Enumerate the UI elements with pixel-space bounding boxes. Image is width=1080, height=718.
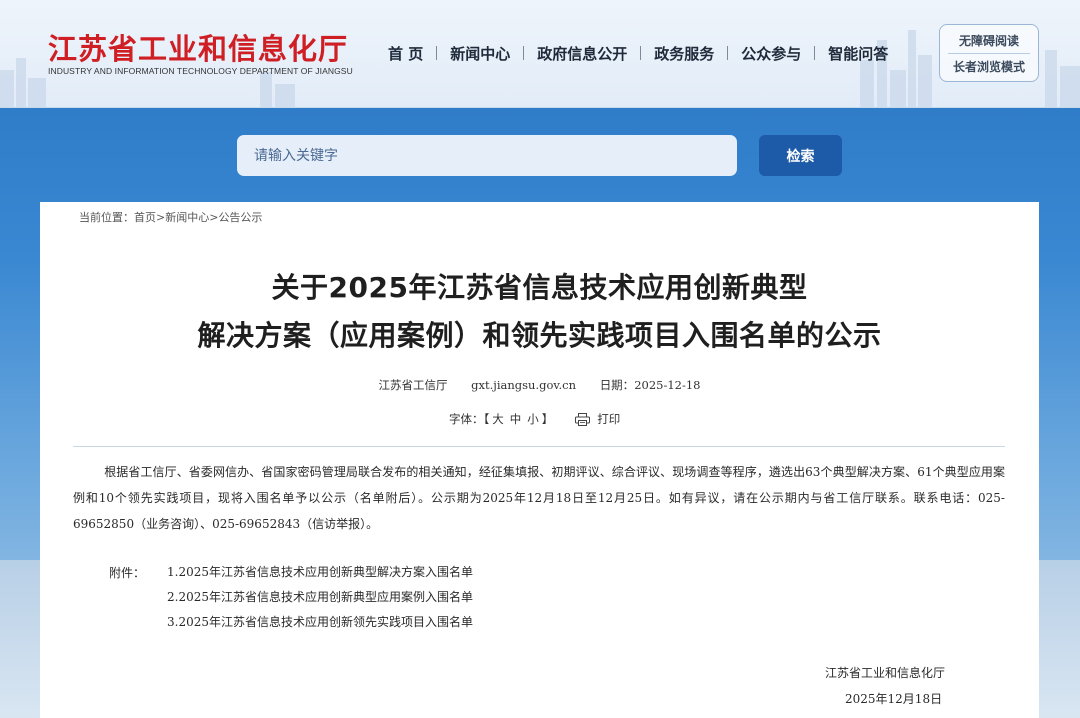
printer-icon <box>575 412 591 426</box>
attachment-label: 附件： <box>109 566 146 580</box>
accessibility-divider <box>948 53 1030 54</box>
date-value: 2025-12-18 <box>634 378 701 392</box>
background-decoration <box>0 560 40 718</box>
article-title-line1: 关于2025年江苏省信息技术应用创新典型 <box>271 271 808 304</box>
nav-home[interactable]: 首 页 <box>388 43 423 64</box>
signature-date: 2025年12月18日 <box>845 692 943 706</box>
signature-org: 江苏省工业和信息化厅 <box>825 666 946 680</box>
nav-gov-services[interactable]: 政务服务 <box>654 43 714 64</box>
article-body: 根据省工信厅、省委网信办、省国家密码管理局联合发布的相关通知，经征集填报、初期评… <box>73 465 1005 531</box>
attachment-link-1[interactable]: 1.2025年江苏省信息技术应用创新典型解决方案入围名单 <box>167 560 473 585</box>
breadcrumb-home[interactable]: 首页 <box>134 211 156 224</box>
font-size-small[interactable]: 小 <box>527 411 539 427</box>
date-label: 日期： <box>599 378 635 392</box>
article-date: 日期：2025-12-18 <box>600 378 701 392</box>
font-size-medium[interactable]: 中 <box>510 411 522 427</box>
barrier-free-button[interactable]: 无障碍阅读 <box>940 32 1038 49</box>
nav-smart-qa[interactable]: 智能问答 <box>828 43 888 64</box>
nav-news-center[interactable]: 新闻中心 <box>450 43 510 64</box>
nav-separator <box>814 46 816 60</box>
article-card: 当前位置：首页>新闻中心>公告公示 关于2025年江苏省信息技术应用创新典型 解… <box>40 202 1039 718</box>
breadcrumb-separator: > <box>156 211 166 224</box>
nav-public-participation[interactable]: 公众参与 <box>741 43 801 64</box>
article-source: 江苏省工信厅 <box>378 378 448 392</box>
nav-separator <box>436 46 438 60</box>
breadcrumb-news-center[interactable]: 新闻中心 <box>165 211 209 224</box>
font-bracket-close: 】 <box>541 412 554 426</box>
site-logo-english: INDUSTRY AND INFORMATION TECHNOLOGY DEPA… <box>48 66 353 76</box>
article-meta: 江苏省工信厅 gxt.jiangsu.gov.cn 日期：2025-12-18 <box>40 377 1039 393</box>
nav-separator <box>727 46 729 60</box>
elder-mode-button[interactable]: 长者浏览模式 <box>940 58 1038 75</box>
accessibility-box: 无障碍阅读 长者浏览模式 <box>939 24 1039 82</box>
search-button[interactable]: 检索 <box>759 135 842 176</box>
site-logo[interactable]: 江苏省工业和信息化厅 <box>48 26 348 68</box>
nav-gov-info[interactable]: 政府信息公开 <box>537 43 627 64</box>
print-label: 打印 <box>597 412 621 426</box>
font-label: 字体：【 <box>449 412 490 426</box>
attachment-list: 1.2025年江苏省信息技术应用创新典型解决方案入围名单 2.2025年江苏省信… <box>167 560 473 635</box>
font-size-controls: 字体：【 大 中 小 】 打印 <box>449 411 620 427</box>
attachment-link-3[interactable]: 3.2025年江苏省信息技术应用创新领先实践项目入围名单 <box>167 610 473 635</box>
content-divider <box>73 446 1005 447</box>
site-header: 江苏省工业和信息化厅 INDUSTRY AND INFORMATION TECH… <box>0 0 1080 108</box>
breadcrumb-announcements[interactable]: 公告公示 <box>218 211 262 224</box>
attachment-link-2[interactable]: 2.2025年江苏省信息技术应用创新典型应用案例入围名单 <box>167 585 473 610</box>
main-nav: 首 页 新闻中心 政府信息公开 政务服务 公众参与 智能问答 <box>388 42 888 64</box>
nav-separator <box>640 46 642 60</box>
article-title-line2: 解决方案（应用案例）和领先实践项目入围名单的公示 <box>197 319 882 352</box>
article-site: gxt.jiangsu.gov.cn <box>471 378 577 392</box>
font-size-large[interactable]: 大 <box>492 411 504 427</box>
nav-separator <box>523 46 525 60</box>
breadcrumb-prefix: 当前位置： <box>79 211 134 224</box>
print-button[interactable]: 打印 <box>575 411 620 427</box>
breadcrumb: 当前位置：首页>新闻中心>公告公示 <box>79 209 262 225</box>
search-input[interactable] <box>237 135 737 176</box>
background-decoration <box>1039 560 1080 718</box>
